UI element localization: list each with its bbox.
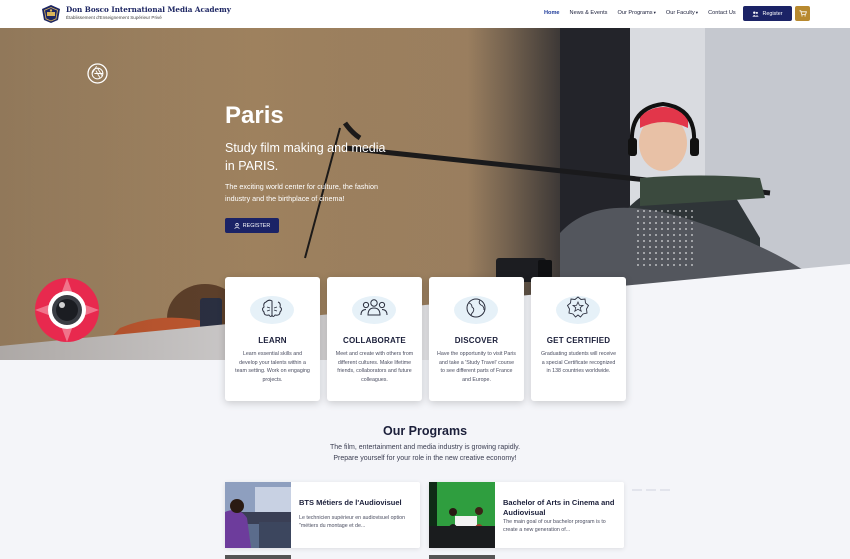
feature-card-discover[interactable]: DISCOVER Have the opportunity to visit P… [429,277,524,401]
feature-title: LEARN [258,336,287,345]
nav-our-faculty-label: Our Faculty [665,10,695,16]
feature-title: DISCOVER [454,336,499,345]
nav-news-events[interactable]: News & Events [570,10,608,16]
nav-contact-us[interactable]: Contact Us [708,10,736,16]
program-card-bts[interactable]: BTS Métiers de l'Audiovisuel Le technici… [225,482,420,548]
site-header: Don Bosco International Media Academy Ét… [0,0,850,28]
brain-icon [250,296,294,324]
programs-description-line-1: The film, entertainment and media indust… [329,444,521,451]
feature-description: Meet and create with others from differe… [335,351,414,383]
program-image-bachelor [429,482,495,548]
nav-our-faculty[interactable]: Our Faculty▾ [666,10,698,16]
register-button-label: Register [762,10,783,17]
brand-tagline: Établissement d'Enseignement Supérieur P… [66,15,162,20]
brand[interactable]: Don Bosco International Media Academy Ét… [66,5,231,20]
hero-subtitle: Study film making and media in PARIS. [225,141,386,173]
feature-card-collaborate[interactable]: COLLABORATE Meet and create with others … [327,277,422,401]
program-title[interactable]: BTS Métiers de l'Audiovisuel [299,498,415,508]
program-description: Le technicien supérieur en audiovisuel o… [299,515,406,529]
nav-our-programs-label: Our Programs [617,10,653,16]
feature-description: Have the opportunity to visit Paris and … [437,351,516,383]
certificate-icon [556,296,600,324]
globe-icon [454,296,498,324]
next-program-card-edge [429,555,495,559]
feature-title: COLLABORATE [343,336,406,345]
chevron-down-icon: ▾ [695,10,699,15]
cart-icon [799,10,807,17]
hero-register-label: REGISTER [242,222,271,229]
camera-lens-icon [35,278,99,342]
camera-aperture-icon [87,63,108,84]
hero-overlay [0,28,850,360]
programs-description: The film, entertainment and media indust… [0,443,850,464]
program-description: The main goal of our bachelor program is… [503,519,606,533]
program-image-bts [225,482,291,548]
academy-logo[interactable] [40,4,62,24]
feature-card-get-certified[interactable]: GET CERTIFIED Graduating students will r… [531,277,626,401]
hero-title: Paris [225,102,284,129]
dot-pattern [635,208,695,268]
feature-description: Learn essential skills and develop your … [235,351,310,383]
chevron-down-icon: ▾ [653,10,656,15]
users-icon [752,11,760,17]
brand-name: Don Bosco International Media Academy [66,5,231,14]
program-card-bachelor[interactable]: Bachelor of Arts in Cinema and Audiovisu… [429,482,624,548]
nav-our-programs[interactable]: Our Programs▾ [617,10,655,16]
programs-heading: Our Programs [382,424,468,438]
decorative-dashes [632,489,670,491]
next-program-card-edge [225,555,291,559]
cart-button[interactable] [795,6,810,21]
feature-description: Graduating students will receive a speci… [540,351,617,374]
register-button[interactable]: Register [743,6,792,21]
main-nav: Home News & Events Our Programs▾ Our Fac… [544,10,746,16]
feature-card-learn[interactable]: LEARN Learn essential skills and develop… [225,277,320,401]
hero-section: Paris Study film making and media in PAR… [0,28,850,360]
nav-home[interactable]: Home [544,10,560,16]
feature-title: GET CERTIFIED [546,336,611,345]
hero-register-button[interactable]: REGISTER [225,218,279,233]
people-icon [352,296,396,324]
programs-description-line-2: Prepare yourself for your role in the ne… [333,454,517,462]
user-icon [234,222,240,229]
program-title[interactable]: Bachelor of Arts in Cinema and Audiovisu… [503,498,619,517]
hero-description: The exciting world center for culture, t… [225,182,379,203]
